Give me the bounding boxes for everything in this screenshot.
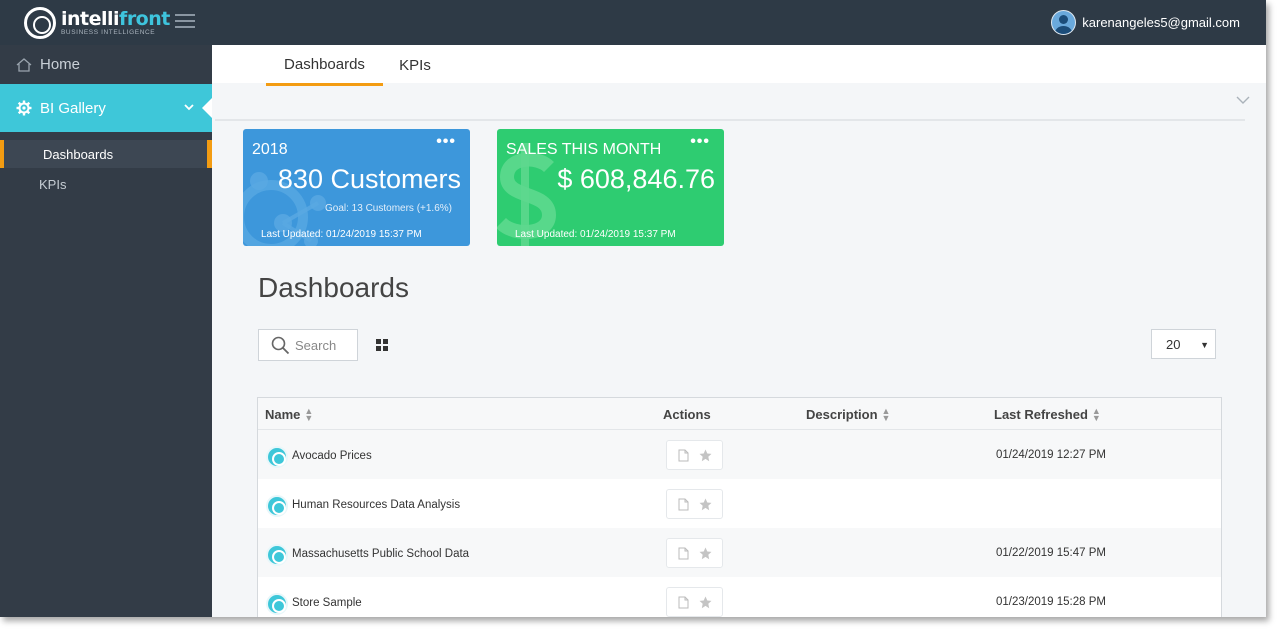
row-name[interactable]: Massachusetts Public School Data [292, 548, 469, 560]
table-row[interactable]: Massachusetts Public School Data 01/22/2… [258, 528, 1221, 577]
column-label: Name [265, 407, 301, 422]
row-last-refreshed: 01/23/2019 15:28 PM [996, 596, 1106, 608]
table-row[interactable]: Store Sample 01/23/2019 15:28 PM [258, 577, 1221, 617]
row-last-refreshed: 01/24/2019 12:27 PM [996, 449, 1106, 461]
column-header-description[interactable]: Description ▲ ▼ [806, 406, 891, 423]
tab-bar: Dashboards KPIs [212, 45, 1266, 86]
sidebar-item-label: BI Gallery [40, 99, 106, 117]
brand-name-plain: intelli [61, 7, 120, 30]
kpi-tile-sales[interactable]: SALES THIS MONTH ••• $ 608,846.76 Last U… [497, 129, 724, 246]
gallery-submenu: Dashboards KPIs [0, 132, 212, 198]
sort-icon: ▲ ▼ [1091, 406, 1101, 423]
column-label: Actions [663, 407, 711, 422]
kpi-goal: Goal: 13 Customers (+1.6%) [325, 203, 452, 214]
row-last-refreshed: 01/22/2019 15:47 PM [996, 547, 1106, 559]
more-options-icon[interactable]: ••• [690, 133, 710, 151]
grid-view-icon[interactable] [376, 339, 388, 351]
table-row[interactable]: Avocado Prices 01/24/2019 12:27 PM [258, 430, 1221, 479]
avatar [1051, 10, 1077, 35]
sidebar-item-bi-gallery[interactable]: BI Gallery [0, 84, 213, 132]
more-options-icon[interactable]: ••• [436, 133, 456, 151]
document-icon[interactable] [678, 547, 689, 560]
brand-name: intellifront [61, 7, 170, 30]
dashboard-icon [266, 446, 288, 468]
row-actions [666, 587, 723, 617]
search-icon [271, 336, 290, 354]
star-icon[interactable] [699, 449, 712, 462]
kpi-title: 2018 [252, 141, 288, 158]
row-actions [666, 489, 723, 519]
dashboard-icon [266, 495, 288, 517]
dashboard-icon [266, 593, 288, 615]
search-input[interactable] [295, 337, 355, 353]
brand-text: intellifront BUSINESS INTELLIGENCE [61, 7, 170, 37]
sidebar-item-label: Home [40, 56, 81, 73]
column-header-name[interactable]: Name ▲ ▼ [265, 406, 314, 423]
kpi-last-updated: Last Updated: 01/24/2019 15:37 PM [261, 229, 422, 240]
document-icon[interactable] [678, 498, 689, 511]
kpi-title: SALES THIS MONTH [506, 141, 662, 158]
sidebar: Home BI Gallery Dashboards KPIs [0, 45, 213, 617]
top-bar: intellifront BUSINESS INTELLIGENCE karen… [0, 0, 1266, 45]
column-header-last-refreshed[interactable]: Last Refreshed ▲ ▼ [994, 406, 1101, 423]
brand-logo[interactable]: intellifront BUSINESS INTELLIGENCE [24, 7, 170, 39]
search-box[interactable] [258, 329, 358, 361]
row-actions [666, 538, 723, 568]
main-content: Dashboards KPIs 2018 ••• 830 Customers G… [212, 45, 1266, 617]
page-size-select[interactable]: 20 ▼ [1151, 329, 1216, 359]
caret-down-icon: ▼ [1200, 340, 1209, 350]
gear-icon [16, 100, 32, 116]
user-menu[interactable]: karenangeles5@gmail.com [1051, 10, 1240, 35]
star-icon[interactable] [699, 547, 712, 560]
kpi-value: $ 608,846.76 [557, 164, 715, 194]
sidebar-item-home[interactable]: Home [0, 45, 212, 84]
row-name[interactable]: Human Resources Data Analysis [292, 499, 460, 511]
document-icon[interactable] [678, 449, 689, 462]
column-header-actions: Actions [663, 407, 711, 422]
page-title: Dashboards [258, 272, 409, 303]
brand-tagline: BUSINESS INTELLIGENCE [61, 28, 156, 36]
kpi-last-updated: Last Updated: 01/24/2019 15:37 PM [515, 229, 676, 240]
column-label: Last Refreshed [994, 407, 1088, 422]
star-icon[interactable] [699, 596, 712, 609]
hamburger-icon[interactable] [175, 14, 195, 29]
row-name[interactable]: Avocado Prices [292, 450, 372, 462]
dashboard-icon [266, 544, 288, 566]
sort-icon: ▲ ▼ [304, 406, 314, 423]
brand-name-accent: front [119, 7, 170, 30]
kpi-value: 830 Customers [277, 164, 461, 194]
row-actions [666, 440, 723, 470]
table-row[interactable]: Human Resources Data Analysis [258, 479, 1221, 528]
tab-dashboards[interactable]: Dashboards [266, 45, 383, 86]
column-label: Description [806, 407, 878, 422]
page-size-value: 20 [1166, 336, 1181, 352]
brand-logo-icon [24, 7, 56, 39]
user-email: karenangeles5@gmail.com [1082, 15, 1240, 30]
star-icon[interactable] [699, 498, 712, 511]
chevron-down-icon[interactable] [1236, 95, 1250, 105]
home-icon [16, 57, 32, 72]
sidebar-item-kpis[interactable]: KPIs [0, 170, 212, 198]
kpi-tile-customers[interactable]: 2018 ••• 830 Customers Goal: 13 Customer… [243, 129, 470, 246]
tab-kpis[interactable]: KPIs [390, 45, 440, 86]
table-header: Name ▲ ▼ Actions Description ▲ ▼ Last Refres… [258, 398, 1221, 430]
sort-icon: ▲ ▼ [881, 406, 891, 423]
app-window: intellifront BUSINESS INTELLIGENCE karen… [0, 0, 1266, 617]
dashboards-table: Name ▲ ▼ Actions Description ▲ ▼ Last Refres… [257, 397, 1222, 617]
row-name[interactable]: Store Sample [292, 597, 362, 609]
chevron-down-icon [184, 104, 194, 111]
document-icon[interactable] [678, 596, 689, 609]
sidebar-item-dashboards[interactable]: Dashboards [0, 140, 212, 168]
divider [215, 119, 1245, 121]
